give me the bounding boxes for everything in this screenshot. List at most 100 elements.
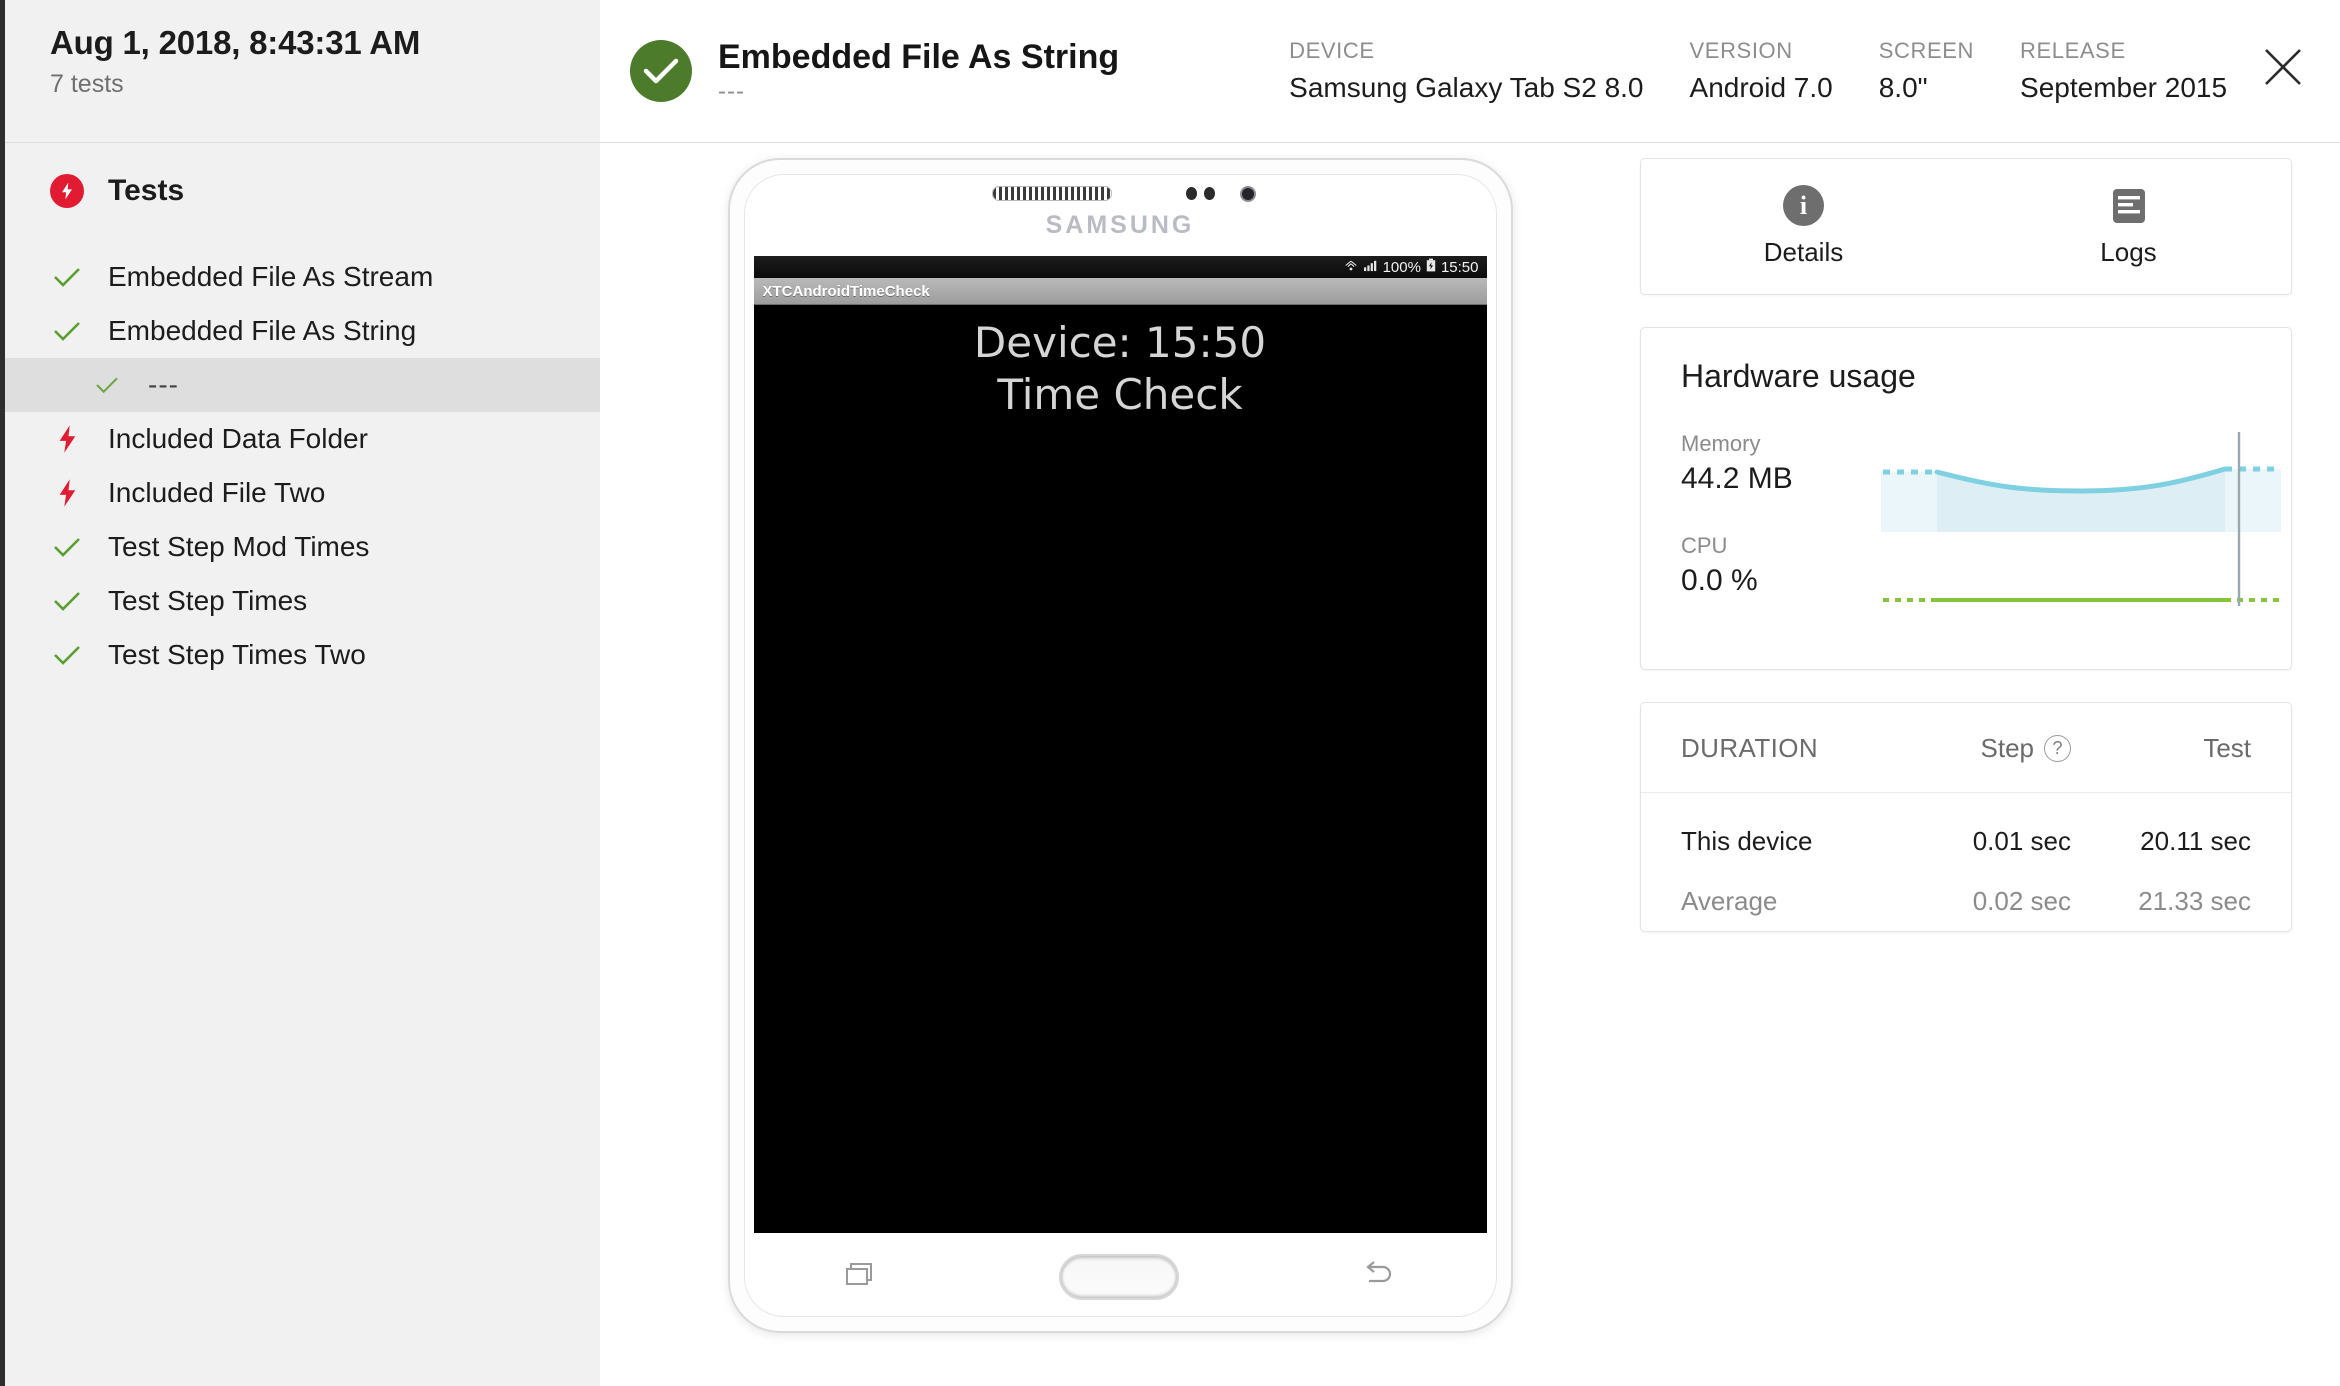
speaker-grille-icon xyxy=(992,186,1112,201)
camera-icon xyxy=(1240,186,1256,202)
hardware-metrics: Memory 44.2 MB CPU 0.0 % xyxy=(1681,429,1881,633)
hardware-usage-title: Hardware usage xyxy=(1681,358,1916,394)
hardware-usage-card: Hardware usage Memory 44.2 MB CPU 0.0 % xyxy=(1640,327,2292,670)
meta-value: September 2015 xyxy=(2020,71,2228,103)
tablet-frame: SAMSUNG 100% 15:50 XTCAndroidTimeCheck D… xyxy=(727,158,1513,1333)
back-icon[interactable] xyxy=(1359,1259,1397,1296)
check-circle-icon xyxy=(630,40,692,102)
check-icon xyxy=(50,265,84,289)
meta-value: 8.0" xyxy=(1878,71,1928,103)
sidebar-group-tests[interactable]: Tests xyxy=(5,151,600,231)
detail-content: SAMSUNG 100% 15:50 XTCAndroidTimeCheck D… xyxy=(600,143,2340,1385)
sidebar-item-included-file-two[interactable]: Included File Two xyxy=(5,466,600,520)
bolt-icon xyxy=(50,478,84,508)
duration-row-test: 20.11 sec xyxy=(2140,825,2251,856)
memory-area-dotted-right xyxy=(2225,469,2281,532)
android-nav-bar xyxy=(754,1239,1487,1315)
sidebar-header: Aug 1, 2018, 8:43:31 AM 7 tests xyxy=(5,0,600,143)
sidebar-item-included-data-folder[interactable]: Included Data Folder xyxy=(5,412,600,466)
app-root: Aug 1, 2018, 8:43:31 AM 7 tests Tests Em… xyxy=(0,0,2340,1386)
meta-device: DEVICE Samsung Galaxy Tab S2 8.0 xyxy=(1289,36,1643,107)
duration-row-step: 0.01 sec xyxy=(1972,825,2071,856)
sidebar-item-test-step-times[interactable]: Test Step Times xyxy=(5,574,600,628)
meta-screen: SCREEN 8.0" xyxy=(1879,36,1974,107)
check-icon xyxy=(50,643,84,667)
memory-value: 44.2 MB xyxy=(1681,462,1793,495)
duration-title: DURATION xyxy=(1681,733,1819,763)
close-icon[interactable] xyxy=(2260,44,2306,90)
duration-row-label: Average xyxy=(1681,885,1778,916)
memory-area-dotted-left xyxy=(1881,472,1937,532)
tab-label: Details xyxy=(1763,237,1844,267)
meta-label: RELEASE xyxy=(2020,37,2126,63)
duration-header: DURATION Step ? Test xyxy=(1641,703,2291,793)
sidebar-item-step-dashes[interactable]: --- xyxy=(5,358,600,412)
sidebar-item-label: --- xyxy=(148,369,179,400)
home-button[interactable] xyxy=(1058,1254,1179,1300)
sidebar-item-test-step-mod-times[interactable]: Test Step Mod Times xyxy=(5,520,600,574)
check-icon xyxy=(50,535,84,559)
app-title-bar: XTCAndroidTimeCheck xyxy=(753,278,1487,305)
battery-icon xyxy=(1426,258,1436,276)
help-icon[interactable]: ? xyxy=(2044,735,2071,762)
device-screen: 100% 15:50 XTCAndroidTimeCheck Device: 1… xyxy=(753,256,1487,1233)
sidebar-item-label: Test Step Times xyxy=(108,585,308,616)
meta-version: VERSION Android 7.0 xyxy=(1690,36,1833,107)
logs-icon xyxy=(2109,186,2149,226)
info-icon: i xyxy=(1783,185,1824,226)
duration-card: DURATION Step ? Test This device 0.01 se… xyxy=(1640,702,2292,932)
info-panel: i Details Logs Hardware usage Memory 44.… xyxy=(1640,143,2340,1385)
hardware-chart-svg xyxy=(1881,432,2281,606)
page-subtitle: --- xyxy=(718,78,745,105)
recents-icon[interactable] xyxy=(843,1259,879,1296)
sidebar-item-label: Embedded File As Stream xyxy=(108,261,434,292)
meta-value: Android 7.0 xyxy=(1689,71,1833,103)
brand-logo: SAMSUNG xyxy=(1045,211,1195,239)
statusbar-time: 15:50 xyxy=(1440,258,1479,276)
cpu-value: 0.0 % xyxy=(1681,564,1758,597)
screen-line-device-time: Device: 15:50 xyxy=(973,318,1267,367)
sensor-dots-icon xyxy=(1186,187,1215,200)
tab-details[interactable]: i Details xyxy=(1641,185,1966,268)
check-icon xyxy=(50,319,84,343)
signal-icon xyxy=(1363,259,1378,276)
duration-col-test: Test xyxy=(2203,733,2251,763)
left-edge-rail xyxy=(0,0,5,1386)
sidebar-item-embedded-file-as-stream[interactable]: Embedded File As Stream xyxy=(5,250,600,304)
device-preview-pane: SAMSUNG 100% 15:50 XTCAndroidTimeCheck D… xyxy=(600,143,1640,1385)
android-status-bar: 100% 15:50 xyxy=(753,256,1487,278)
duration-row-step: 0.02 sec xyxy=(1972,885,2071,916)
device-meta-group: DEVICE Samsung Galaxy Tab S2 8.0 VERSION… xyxy=(1289,36,2273,107)
bolt-circle-icon xyxy=(50,174,84,208)
tab-label: Logs xyxy=(2100,236,2157,267)
memory-label: Memory xyxy=(1681,431,1761,456)
sidebar-item-label: Embedded File As String xyxy=(108,315,417,346)
duration-row-this-device: This device 0.01 sec 20.11 sec xyxy=(1641,811,2291,871)
battery-percent: 100% xyxy=(1382,258,1421,276)
view-tabs-card: i Details Logs xyxy=(1640,158,2292,295)
duration-row-average: Average 0.02 sec 21.33 sec xyxy=(1641,871,2291,931)
meta-value: Samsung Galaxy Tab S2 8.0 xyxy=(1289,71,1644,103)
run-date: Aug 1, 2018, 8:43:31 AM xyxy=(50,24,421,61)
app-screen-body: Device: 15:50 Time Check xyxy=(754,305,1487,421)
duration-row-label: This device xyxy=(1681,825,1813,856)
meta-release: RELEASE September 2015 xyxy=(2020,36,2227,107)
main-panel: Embedded File As String --- DEVICE Samsu… xyxy=(600,0,2340,1386)
sidebar-item-test-step-times-two[interactable]: Test Step Times Two xyxy=(5,628,600,682)
title-block: Embedded File As String --- xyxy=(718,36,1119,106)
check-icon xyxy=(90,375,124,395)
wifi-icon xyxy=(1344,259,1358,276)
cpu-label: CPU xyxy=(1681,533,1728,558)
tab-logs[interactable]: Logs xyxy=(1966,186,2291,268)
sidebar-item-embedded-file-as-string[interactable]: Embedded File As String xyxy=(5,304,600,358)
sidebar-item-label: Included Data Folder xyxy=(108,423,368,454)
sidebar-item-label: Test Step Mod Times xyxy=(108,531,370,562)
screen-line-title: Time Check xyxy=(997,370,1243,419)
sidebar: Aug 1, 2018, 8:43:31 AM 7 tests Tests Em… xyxy=(0,0,600,1386)
meta-label: DEVICE xyxy=(1289,37,1375,63)
tablet-top-bezel: SAMSUNG xyxy=(730,178,1511,252)
page-title: Embedded File As String xyxy=(718,38,1120,76)
hardware-usage-body: Memory 44.2 MB CPU 0.0 % xyxy=(1681,429,2281,633)
duration-col-step: Step ? xyxy=(1891,733,2071,764)
